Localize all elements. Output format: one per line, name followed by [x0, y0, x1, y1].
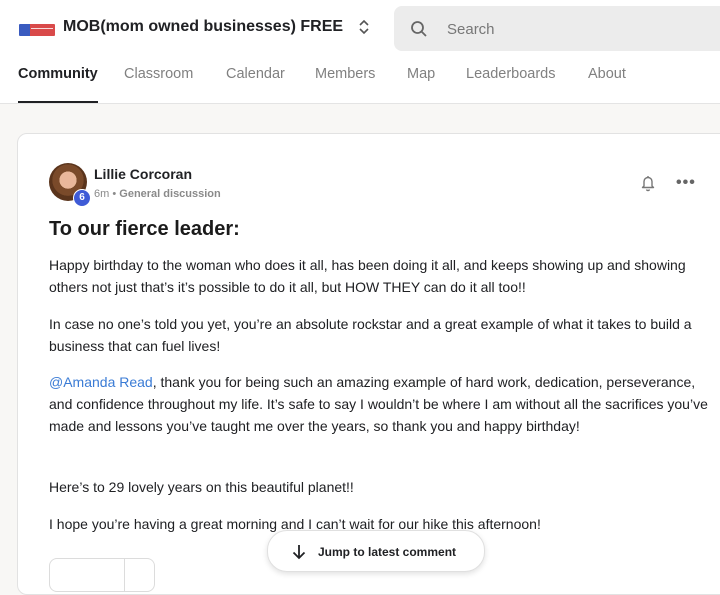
post-paragraph-4: Here’s to 29 lovely years on this beauti… — [49, 479, 354, 495]
group-switcher-button[interactable] — [354, 16, 374, 44]
tab-calendar[interactable]: Calendar — [226, 66, 285, 103]
search-icon — [411, 21, 427, 37]
tab-about[interactable]: About — [588, 66, 626, 103]
reaction-button[interactable] — [49, 558, 155, 592]
level-badge: 6 — [73, 189, 91, 207]
post-time: 6m — [94, 188, 110, 200]
bell-off-icon — [641, 176, 655, 192]
search-bar[interactable] — [394, 6, 720, 51]
tab-members[interactable]: Members — [315, 66, 375, 103]
nav-tabs: Community Classroom Calendar Members Map… — [0, 66, 720, 103]
tab-map[interactable]: Map — [407, 66, 435, 103]
post-paragraph-2: In case no one’s told you yet, you’re an… — [49, 316, 692, 354]
group-name[interactable]: MOB(mom owned businesses) FREE — [63, 18, 343, 36]
notification-toggle-button[interactable] — [640, 174, 656, 197]
group-logo[interactable] — [19, 24, 55, 36]
jump-to-latest-comment-button[interactable]: Jump to latest comment — [267, 530, 485, 572]
avatar-face — [61, 172, 75, 188]
arrow-down-icon — [292, 545, 306, 560]
tab-leaderboards[interactable]: Leaderboards — [466, 66, 556, 103]
post-paragraph-3: @Amanda Read, thank you for being such a… — [49, 371, 709, 437]
post-title: To our fierce leader: — [49, 218, 240, 240]
author-name[interactable]: Lillie Corcoran — [94, 166, 192, 182]
tab-classroom[interactable]: Classroom — [124, 66, 193, 103]
post-card: 6 Lillie Corcoran 6m • General discussio… — [17, 133, 720, 595]
more-horizontal-icon: ••• — [676, 174, 696, 191]
chevron-up-down-icon — [359, 19, 369, 35]
post-meta: 6m • General discussion — [94, 188, 221, 200]
search-input[interactable] — [445, 18, 709, 40]
post-category[interactable]: General discussion — [119, 188, 220, 200]
top-bar: MOB(mom owned businesses) FREE Community… — [0, 0, 720, 104]
jump-button-label: Jump to latest comment — [318, 545, 457, 559]
post-paragraph-1: Happy birthday to the woman who does it … — [49, 257, 686, 295]
tab-community[interactable]: Community — [18, 66, 98, 103]
user-mention-link[interactable]: @Amanda Read — [49, 374, 153, 390]
meta-separator: • — [112, 188, 117, 200]
more-options-button[interactable]: ••• — [676, 174, 696, 192]
